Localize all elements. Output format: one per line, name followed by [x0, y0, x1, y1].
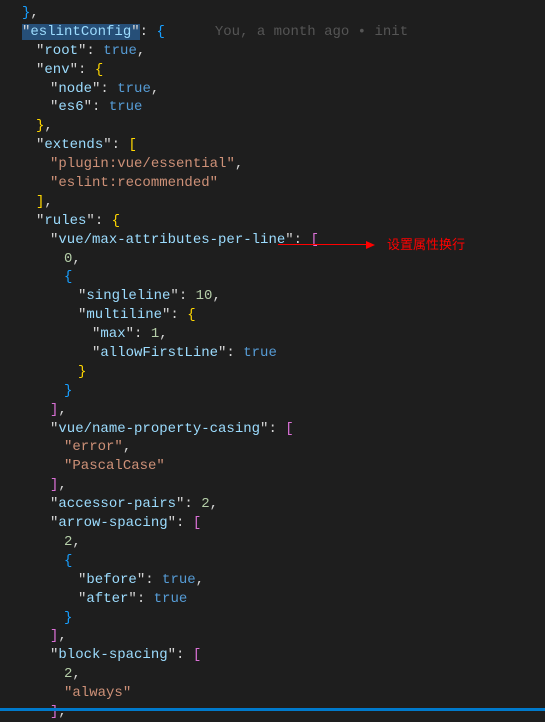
annotation-text: 设置属性换行	[387, 236, 465, 254]
code-line: }	[8, 609, 545, 628]
code-line: 2,	[8, 533, 545, 552]
code-line: ],	[8, 627, 545, 646]
code-line: ],	[8, 401, 545, 420]
code-line: "arrow-spacing": [	[8, 514, 545, 533]
code-line: "accessor-pairs": 2,	[8, 495, 545, 514]
arrow-line	[278, 244, 366, 245]
code-line: "node": true,	[8, 80, 545, 99]
code-line: "es6": true	[8, 98, 545, 117]
gitlens-annotation: You, a month ago • init	[165, 24, 408, 40]
code-line: "env": {	[8, 61, 545, 80]
code-line: "block-spacing": [	[8, 646, 545, 665]
code-line: {	[8, 552, 545, 571]
code-line: "allowFirstLine": true	[8, 344, 545, 363]
code-line: }	[8, 382, 545, 401]
code-line: "eslintConfig": {You, a month ago • init	[8, 23, 545, 42]
code-line: "after": true	[8, 590, 545, 609]
code-line: }	[8, 363, 545, 382]
code-line: "always"	[8, 684, 545, 703]
code-line: "max": 1,	[8, 325, 545, 344]
annotation-arrow: 设置属性换行	[278, 236, 465, 254]
code-line: },	[8, 4, 545, 23]
code-line: ],	[8, 476, 545, 495]
code-line: "before": true,	[8, 571, 545, 590]
arrow-head-icon	[366, 241, 375, 249]
code-editor[interactable]: }, "eslintConfig": {You, a month ago • i…	[0, 0, 545, 722]
code-line: "singleline": 10,	[8, 287, 545, 306]
code-line: ],	[8, 193, 545, 212]
code-line: "vue/name-property-casing": [	[8, 420, 545, 439]
code-line: "eslint:recommended"	[8, 174, 545, 193]
code-line: "root": true,	[8, 42, 545, 61]
code-line: "rules": {	[8, 212, 545, 231]
code-line: 2,	[8, 665, 545, 684]
code-line: "error",	[8, 438, 545, 457]
code-line: {	[8, 268, 545, 287]
code-line: "multiline": {	[8, 306, 545, 325]
code-line: "PascalCase"	[8, 457, 545, 476]
code-line: "extends": [	[8, 136, 545, 155]
code-line: },	[8, 117, 545, 136]
code-line: ],	[8, 703, 545, 722]
code-line: "plugin:vue/essential",	[8, 155, 545, 174]
